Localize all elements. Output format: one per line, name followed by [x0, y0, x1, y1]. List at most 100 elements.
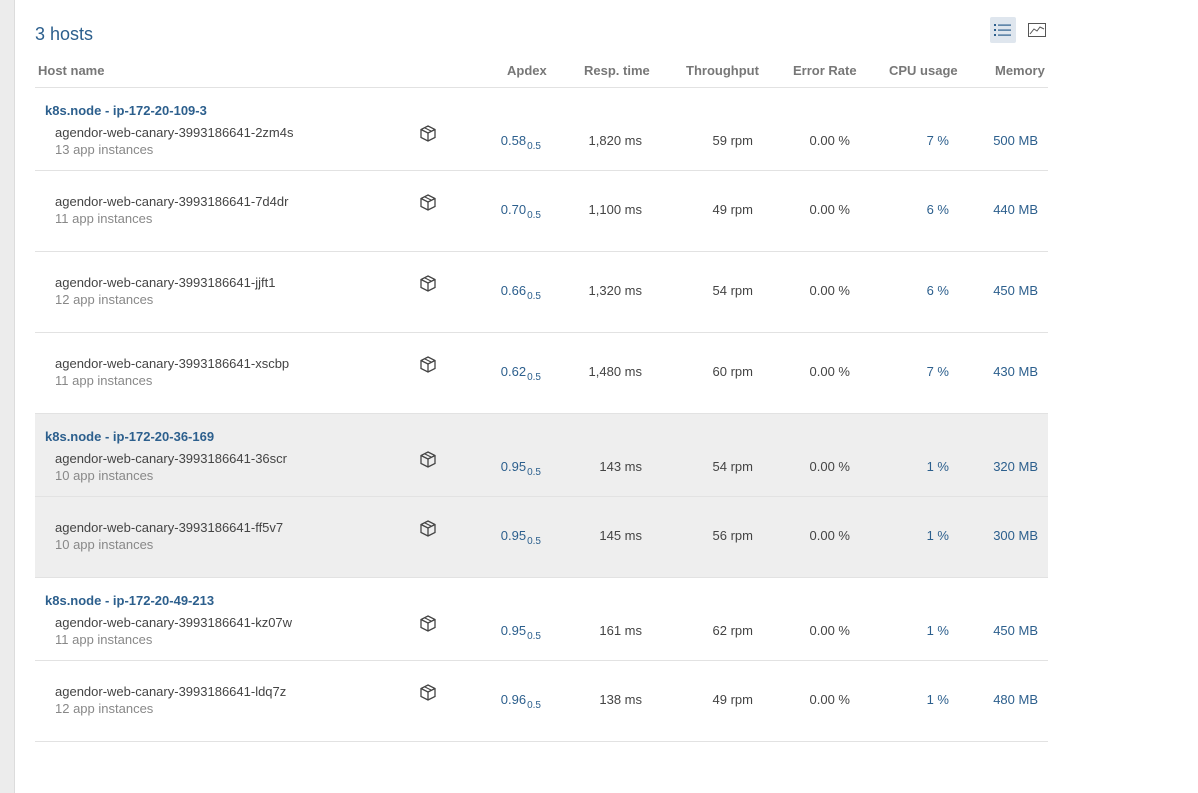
- cpu-usage-value[interactable]: 6 %: [895, 283, 949, 298]
- apdex-value[interactable]: 0.660.5: [485, 283, 541, 302]
- instance-count: 11 app instances: [55, 632, 153, 647]
- container-icon: [418, 355, 438, 375]
- cpu-usage-value[interactable]: 1 %: [895, 692, 949, 707]
- col-apdex[interactable]: Apdex: [507, 63, 547, 78]
- apdex-value[interactable]: 0.950.5: [485, 528, 541, 547]
- host-link[interactable]: k8s.node - ip-172-20-49-213: [45, 593, 214, 608]
- table-row[interactable]: agendor-web-canary-3993186641-ldq7z 12 ap…: [35, 661, 1048, 742]
- host-link[interactable]: k8s.node - ip-172-20-109-3: [45, 103, 207, 118]
- left-rail: [0, 0, 15, 793]
- cpu-usage-value[interactable]: 1 %: [895, 459, 949, 474]
- col-error-rate[interactable]: Error Rate: [793, 63, 857, 78]
- instance-name[interactable]: agendor-web-canary-3993186641-ff5v7: [55, 520, 283, 535]
- container-icon: [418, 450, 438, 470]
- cpu-usage-value[interactable]: 1 %: [895, 528, 949, 543]
- instance-name[interactable]: agendor-web-canary-3993186641-ldq7z: [55, 684, 286, 699]
- error-rate-value: 0.00 %: [809, 692, 850, 707]
- col-cpu-usage[interactable]: CPU usage: [889, 63, 958, 78]
- memory-value[interactable]: 300 MB: [975, 528, 1038, 543]
- apdex-value[interactable]: 0.950.5: [485, 459, 541, 478]
- resp-time-value: 138 ms: [599, 692, 642, 707]
- table-header: Host name Apdex Resp. time Throughput Er…: [35, 54, 1048, 88]
- throughput-value: 54 rpm: [712, 459, 753, 474]
- table-row[interactable]: agendor-web-canary-3993186641-xscbp 11 ap…: [35, 333, 1048, 414]
- instance-name[interactable]: agendor-web-canary-3993186641-jjft1: [55, 275, 275, 290]
- memory-value[interactable]: 480 MB: [975, 692, 1038, 707]
- apdex-score: 0.96: [500, 692, 527, 707]
- resp-time-value: 1,480 ms: [588, 364, 642, 379]
- error-rate-value: 0.00 %: [809, 623, 850, 638]
- error-rate-value: 0.00 %: [809, 528, 850, 543]
- error-rate-value: 0.00 %: [809, 202, 850, 217]
- throughput-value: 49 rpm: [712, 692, 753, 707]
- cpu-usage-value[interactable]: 7 %: [895, 364, 949, 379]
- resp-time-value: 145 ms: [599, 528, 642, 543]
- col-resp-time[interactable]: Resp. time: [584, 63, 650, 78]
- resp-time-value: 143 ms: [599, 459, 642, 474]
- table-row[interactable]: agendor-web-canary-3993186641-7d4dr 11 ap…: [35, 171, 1048, 252]
- apdex-score: 0.62: [500, 364, 527, 379]
- instance-count: 12 app instances: [55, 292, 154, 307]
- resp-time-value: 1,320 ms: [588, 283, 642, 298]
- instance-count: 10 app instances: [55, 537, 154, 552]
- memory-value[interactable]: 320 MB: [975, 459, 1038, 474]
- throughput-value: 62 rpm: [712, 623, 753, 638]
- memory-value[interactable]: 500 MB: [975, 133, 1038, 148]
- apdex-threshold: 0.5: [527, 291, 541, 302]
- error-rate-value: 0.00 %: [809, 283, 850, 298]
- apdex-score: 0.95: [500, 528, 527, 543]
- memory-value[interactable]: 430 MB: [975, 364, 1038, 379]
- instance-name[interactable]: agendor-web-canary-3993186641-xscbp: [55, 356, 289, 371]
- apdex-score: 0.95: [500, 623, 527, 638]
- apdex-value[interactable]: 0.700.5: [485, 202, 541, 221]
- chart-view-toggle[interactable]: [1024, 17, 1050, 43]
- apdex-value[interactable]: 0.580.5: [485, 133, 541, 152]
- instance-name[interactable]: agendor-web-canary-3993186641-kz07w: [55, 615, 292, 630]
- throughput-value: 49 rpm: [712, 202, 753, 217]
- instance-name[interactable]: agendor-web-canary-3993186641-7d4dr: [55, 194, 288, 209]
- apdex-threshold: 0.5: [527, 210, 541, 221]
- container-icon: [418, 193, 438, 213]
- apdex-value[interactable]: 0.950.5: [485, 623, 541, 642]
- apdex-value[interactable]: 0.960.5: [485, 692, 541, 711]
- apdex-threshold: 0.5: [527, 141, 541, 152]
- throughput-value: 54 rpm: [712, 283, 753, 298]
- memory-value[interactable]: 450 MB: [975, 623, 1038, 638]
- hosts-table: Host name Apdex Resp. time Throughput Er…: [35, 54, 1048, 742]
- container-icon: [418, 683, 438, 703]
- col-throughput[interactable]: Throughput: [686, 63, 759, 78]
- error-rate-value: 0.00 %: [809, 133, 850, 148]
- cpu-usage-value[interactable]: 7 %: [895, 133, 949, 148]
- table-row[interactable]: k8s.node - ip-172-20-109-3 agendor-web-ca…: [35, 88, 1048, 171]
- table-row[interactable]: k8s.node - ip-172-20-36-169 agendor-web-c…: [35, 414, 1048, 497]
- memory-value[interactable]: 450 MB: [975, 283, 1038, 298]
- apdex-threshold: 0.5: [527, 536, 541, 547]
- table-row[interactable]: k8s.node - ip-172-20-49-213 agendor-web-c…: [35, 578, 1048, 661]
- apdex-value[interactable]: 0.620.5: [485, 364, 541, 383]
- instance-name[interactable]: agendor-web-canary-3993186641-2zm4s: [55, 125, 293, 140]
- instance-count: 11 app instances: [55, 211, 153, 226]
- table-row[interactable]: agendor-web-canary-3993186641-ff5v7 10 ap…: [35, 497, 1048, 578]
- host-link[interactable]: k8s.node - ip-172-20-36-169: [45, 429, 214, 444]
- container-icon: [418, 519, 438, 539]
- instance-count: 12 app instances: [55, 701, 154, 716]
- resp-time-value: 1,100 ms: [588, 202, 642, 217]
- instance-count: 11 app instances: [55, 373, 153, 388]
- instance-name[interactable]: agendor-web-canary-3993186641-36scr: [55, 451, 287, 466]
- error-rate-value: 0.00 %: [809, 364, 850, 379]
- col-host-name[interactable]: Host name: [38, 63, 104, 78]
- resp-time-value: 161 ms: [599, 623, 642, 638]
- col-memory[interactable]: Memory: [995, 63, 1045, 78]
- list-icon: [994, 24, 1011, 36]
- table-row[interactable]: agendor-web-canary-3993186641-jjft1 12 ap…: [35, 252, 1048, 333]
- memory-value[interactable]: 440 MB: [975, 202, 1038, 217]
- apdex-score: 0.66: [500, 283, 527, 298]
- apdex-threshold: 0.5: [527, 700, 541, 711]
- chart-icon: [1028, 23, 1046, 37]
- cpu-usage-value[interactable]: 1 %: [895, 623, 949, 638]
- list-view-toggle[interactable]: [990, 17, 1016, 43]
- instance-count: 13 app instances: [55, 142, 154, 157]
- cpu-usage-value[interactable]: 6 %: [895, 202, 949, 217]
- throughput-value: 60 rpm: [712, 364, 753, 379]
- apdex-score: 0.70: [500, 202, 527, 217]
